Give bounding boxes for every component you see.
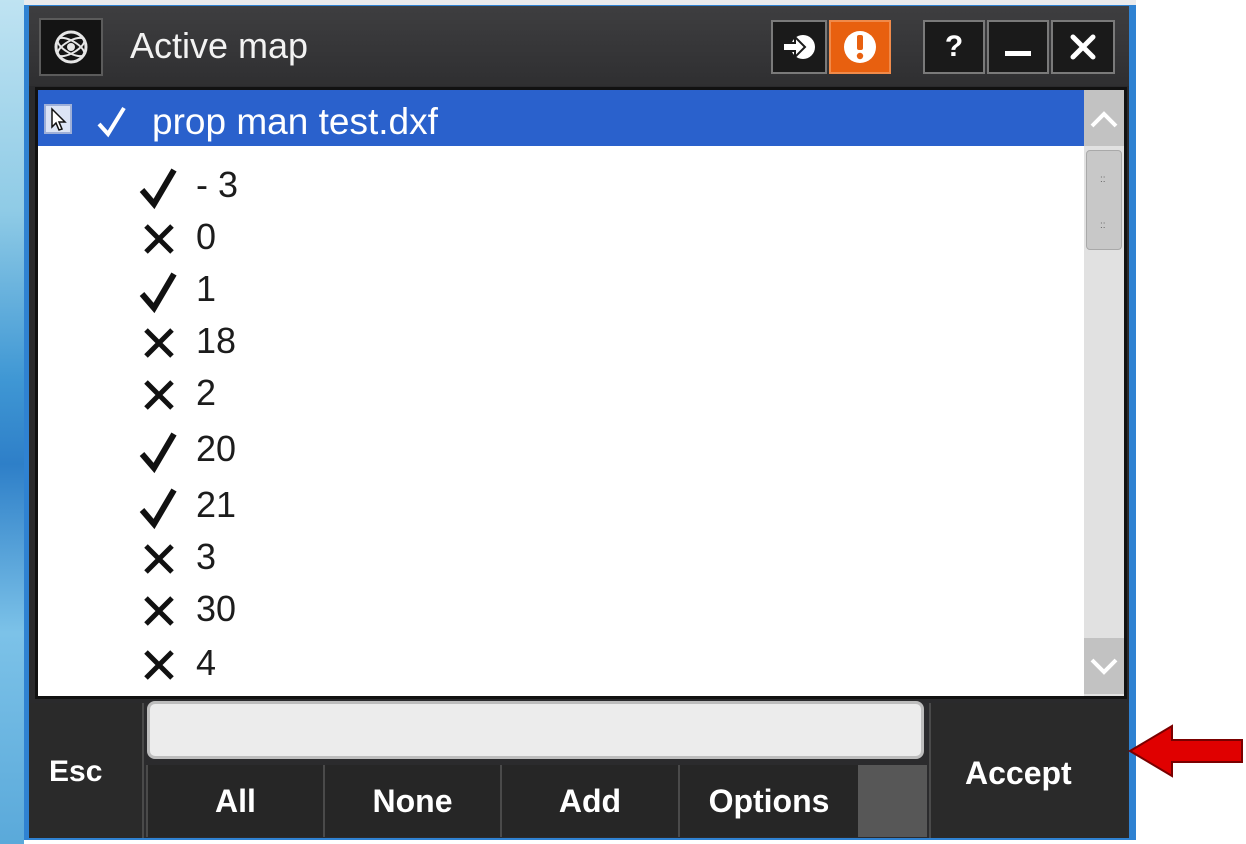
list-item[interactable]: 20 [138, 424, 438, 476]
layer-label: 3 [196, 536, 217, 577]
layer-label: 18 [196, 320, 237, 361]
selected-file-label: prop man test.dxf [152, 101, 438, 142]
chevron-down-icon [1090, 658, 1118, 675]
layer-label: 30 [196, 588, 237, 629]
minimize-button[interactable] [987, 20, 1049, 74]
desktop-background [0, 0, 24, 844]
close-button[interactable] [1051, 20, 1115, 74]
list-item[interactable]: - 3 [138, 160, 438, 212]
chevron-up-icon [1090, 111, 1118, 128]
list-item[interactable]: 3 [138, 532, 438, 584]
login-icon [782, 34, 815, 60]
expand-toggle-icon[interactable] [44, 104, 72, 134]
minimize-icon [1005, 51, 1031, 56]
checkmark-icon [139, 488, 177, 530]
help-icon: ? [944, 30, 964, 63]
add-button[interactable]: Add [500, 765, 678, 837]
list-item[interactable]: 2 [138, 368, 438, 420]
layer-label: 1 [196, 268, 217, 309]
checkmark-icon [139, 272, 177, 314]
none-button[interactable]: None [323, 765, 500, 837]
arrow-left-icon [1128, 724, 1243, 778]
all-button[interactable]: All [146, 765, 323, 837]
list-item[interactable]: 21 [138, 480, 438, 532]
list-item[interactable]: 0 [138, 212, 438, 264]
esc-button-label: Esc [49, 755, 103, 788]
layer-label: 21 [196, 484, 237, 525]
scroll-down-button[interactable] [1084, 638, 1124, 694]
cross-icon [144, 380, 174, 410]
layer-label: 0 [196, 216, 217, 257]
help-button[interactable]: ? [923, 20, 985, 74]
warning-button[interactable] [829, 20, 891, 74]
scrollbar-thumb[interactable]: :: :: [1086, 150, 1122, 250]
options-button[interactable]: Options [678, 765, 858, 837]
grip-icon: :: [1100, 220, 1106, 231]
app-logo-icon[interactable] [39, 18, 103, 76]
warning-icon [844, 31, 876, 63]
cross-icon [144, 650, 174, 680]
cross-icon [144, 544, 174, 574]
text-input[interactable] [147, 701, 924, 759]
cross-icon [144, 224, 174, 254]
list-item[interactable]: 30 [138, 584, 438, 636]
layer-label: - 3 [196, 164, 239, 205]
cross-icon [144, 328, 174, 358]
list-item[interactable]: 18 [138, 316, 438, 368]
cross-icon [144, 596, 174, 626]
layer-label: 4 [196, 642, 217, 683]
login-button[interactable] [771, 20, 827, 74]
accept-button-label: Accept [965, 755, 1072, 791]
layer-label: 20 [196, 428, 237, 469]
list-item[interactable]: 4 [138, 638, 438, 690]
checkmark-icon [97, 106, 126, 138]
empty-softkey [858, 765, 927, 837]
checkmark-icon [139, 432, 177, 474]
scroll-up-button[interactable] [1084, 90, 1124, 146]
grip-icon: :: [1100, 174, 1106, 185]
layer-label: 2 [196, 372, 217, 413]
checkmark-icon [139, 168, 177, 210]
list-item[interactable]: 1 [138, 264, 438, 316]
window-title: Active map [130, 25, 309, 66]
close-icon [1070, 34, 1096, 60]
